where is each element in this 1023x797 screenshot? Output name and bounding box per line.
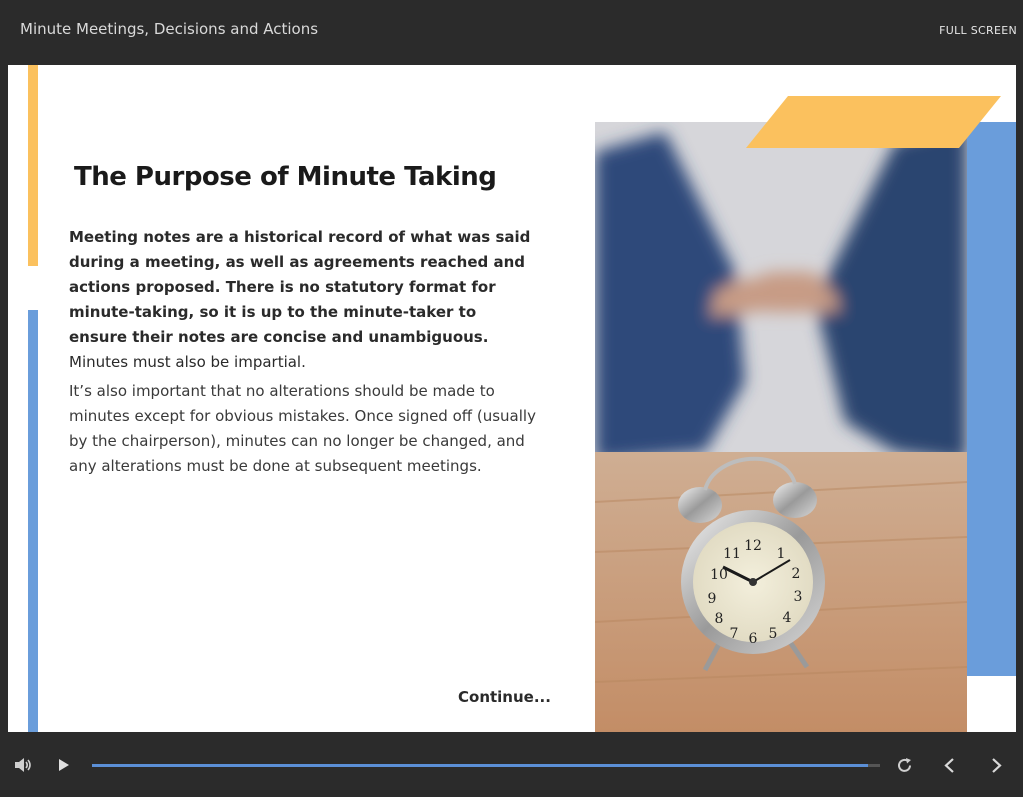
- svg-text:7: 7: [730, 626, 739, 642]
- svg-text:1: 1: [777, 546, 786, 562]
- previous-icon[interactable]: [943, 757, 955, 774]
- svg-text:4: 4: [783, 610, 792, 626]
- slide-title: The Purpose of Minute Taking: [74, 162, 497, 192]
- fullscreen-button[interactable]: FULL SCREEN: [939, 24, 1017, 37]
- intro-paragraph-bold: Meeting notes are a historical record of…: [69, 228, 531, 346]
- continue-link[interactable]: Continue...: [458, 688, 551, 706]
- svg-text:8: 8: [715, 611, 724, 627]
- svg-text:3: 3: [794, 589, 803, 605]
- svg-text:2: 2: [792, 566, 801, 582]
- accent-bar-blue: [28, 310, 38, 732]
- replay-icon[interactable]: [896, 757, 913, 774]
- play-icon[interactable]: [58, 758, 70, 772]
- alarm-clock-photo: 12 1 2 3 4 5 6 7 8 9 10 11: [595, 122, 967, 732]
- detail-paragraph: It’s also important that no alterations …: [69, 382, 536, 475]
- progress-fill: [92, 764, 869, 767]
- svg-text:11: 11: [723, 546, 741, 562]
- next-icon[interactable]: [991, 757, 1003, 774]
- svg-text:12: 12: [744, 538, 762, 554]
- intro-paragraph-normal: Minutes must also be impartial.: [69, 353, 306, 371]
- accent-bar-blue-right: [966, 122, 1016, 676]
- slide-content: The Purpose of Minute Taking Meeting not…: [8, 65, 1016, 732]
- svg-text:9: 9: [708, 591, 717, 607]
- player-controls: [0, 732, 1023, 797]
- volume-icon[interactable]: [14, 757, 32, 773]
- accent-parallelogram-yellow: [746, 96, 1001, 148]
- accent-bar-yellow: [28, 65, 38, 266]
- top-bar: Minute Meetings, Decisions and Actions F…: [0, 0, 1023, 64]
- intro-paragraph: Meeting notes are a historical record of…: [69, 225, 539, 375]
- progress-bar[interactable]: [92, 764, 880, 767]
- svg-text:5: 5: [769, 626, 778, 642]
- course-title: Minute Meetings, Decisions and Actions: [20, 20, 319, 38]
- svg-text:6: 6: [749, 631, 758, 647]
